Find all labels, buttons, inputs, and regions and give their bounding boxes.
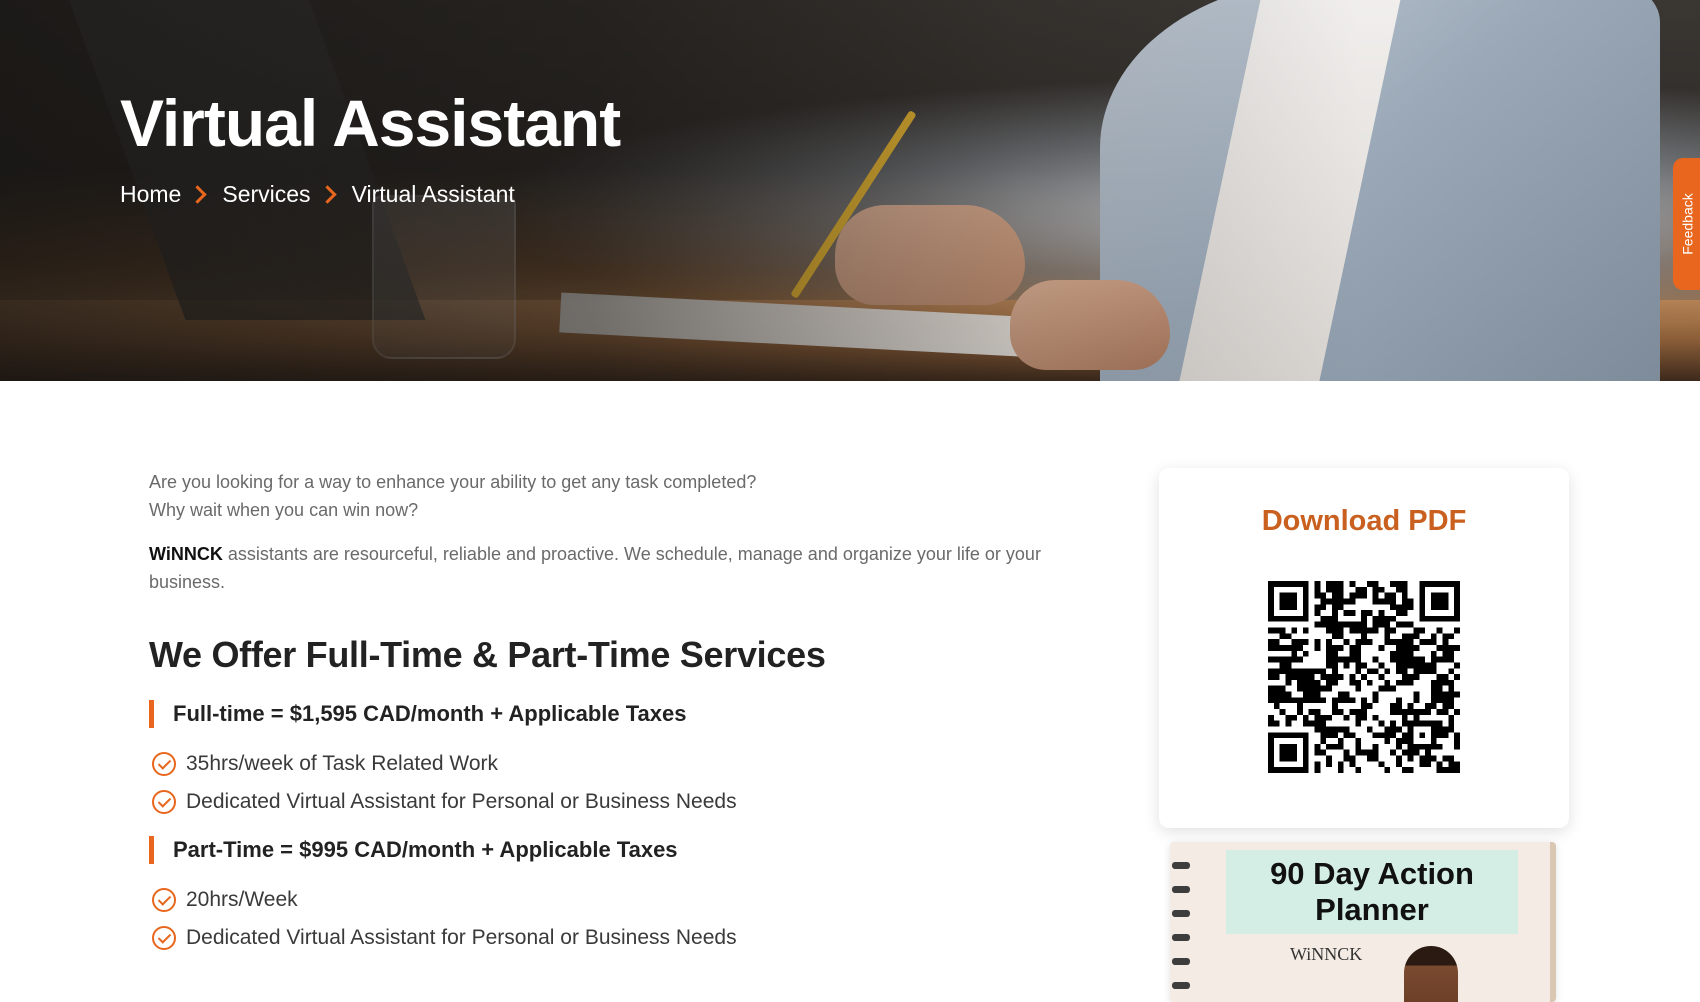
intro-text: Are you looking for a way to enhance you…	[149, 468, 1089, 524]
breadcrumb: Home Services Virtual Assistant	[120, 181, 515, 208]
feature-label: 20hrs/Week	[186, 888, 298, 911]
intro-description: WiNNCK assistants are resourceful, relia…	[149, 540, 1089, 596]
download-pdf-card: Download PDF	[1159, 468, 1569, 828]
feedback-label: Feedback	[1680, 193, 1697, 255]
services-heading: We Offer Full-Time & Part-Time Services	[149, 634, 826, 675]
feature-item: Dedicated Virtual Assistant for Personal…	[149, 926, 1089, 950]
feature-item: 35hrs/week of Task Related Work	[149, 752, 1089, 776]
plan-title-full-time: Full-time = $1,595 CAD/month + Applicabl…	[149, 700, 1089, 728]
planner-edge	[1550, 842, 1556, 1002]
feature-label: 35hrs/week of Task Related Work	[186, 752, 499, 775]
spiral-binding	[1172, 862, 1192, 1002]
chevron-right-icon	[317, 185, 337, 204]
breadcrumb-home[interactable]: Home	[120, 181, 181, 208]
planner-promo-image[interactable]: 90 Day Action Planner WiNNCK	[1170, 842, 1556, 1002]
planner-title: 90 Day Action Planner	[1270, 856, 1474, 927]
feedback-tab[interactable]: Feedback	[1673, 158, 1700, 290]
feature-item: 20hrs/Week	[149, 888, 1089, 912]
breadcrumb-services[interactable]: Services	[222, 181, 310, 208]
hero-banner: Virtual Assistant Home Services Virtual …	[0, 0, 1700, 381]
intro-line-2: Why wait when you can win now?	[149, 500, 419, 520]
feature-label: Dedicated Virtual Assistant for Personal…	[186, 790, 737, 813]
planner-person-photo	[1404, 946, 1458, 1002]
brand-name: WiNNCK	[149, 544, 223, 564]
intro-line-1: Are you looking for a way to enhance you…	[149, 472, 757, 492]
intro-description-text: assistants are resourceful, reliable and…	[149, 544, 1041, 592]
download-pdf-link[interactable]: Download PDF	[1159, 505, 1569, 538]
check-circle-icon	[152, 752, 176, 776]
chevron-right-icon	[188, 185, 208, 204]
feature-label: Dedicated Virtual Assistant for Personal…	[186, 926, 737, 949]
check-circle-icon	[152, 790, 176, 814]
breadcrumb-current: Virtual Assistant	[351, 181, 515, 207]
page-title: Virtual Assistant	[120, 86, 621, 160]
planner-brand: WiNNCK	[1290, 944, 1363, 964]
plan-title-part-time: Part-Time = $995 CAD/month + Applicable …	[149, 836, 1089, 864]
check-circle-icon	[152, 926, 176, 950]
planner-banner: 90 Day Action Planner	[1226, 850, 1518, 934]
check-circle-icon	[152, 888, 176, 912]
main-content: Are you looking for a way to enhance you…	[149, 468, 1089, 950]
feature-item: Dedicated Virtual Assistant for Personal…	[149, 790, 1089, 814]
qr-code-icon[interactable]	[1268, 581, 1460, 773]
